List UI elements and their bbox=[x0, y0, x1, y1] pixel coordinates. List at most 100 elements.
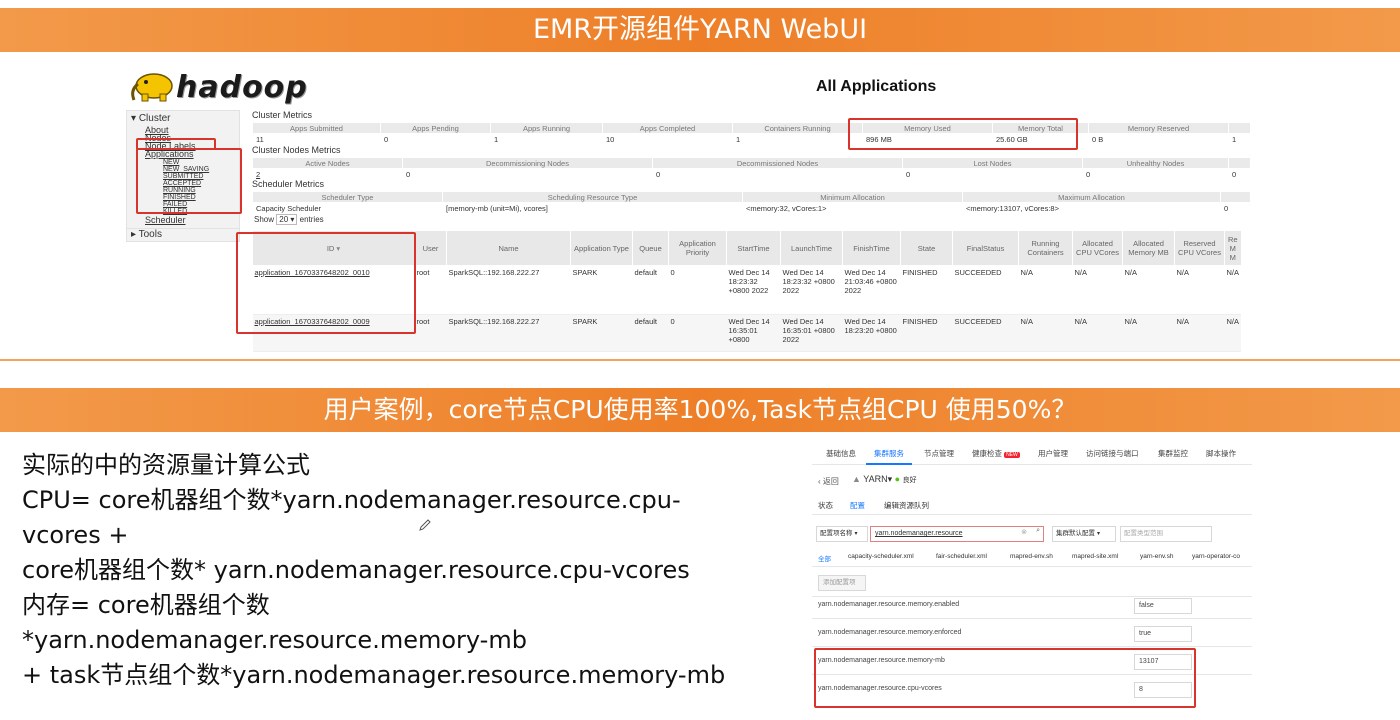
clear-icon[interactable]: ⊗ bbox=[1021, 528, 1027, 536]
app-alloc-cpu: N/A bbox=[1072, 314, 1123, 352]
value-lost-nodes[interactable]: 0 bbox=[902, 168, 1083, 179]
col-reserved-cpu[interactable]: Reserved CPU VCores bbox=[1174, 230, 1225, 266]
value-unhealthy-nodes[interactable]: 0 bbox=[1082, 168, 1229, 179]
tab-health-check[interactable]: 健康检查 NEW bbox=[972, 448, 1020, 459]
value-min-alloc: <memory:32, vCores:1> bbox=[742, 202, 963, 213]
elephant-icon bbox=[131, 73, 173, 102]
tab-basic-info[interactable]: 基础信息 bbox=[826, 448, 856, 459]
header-lost-nodes: Lost Nodes bbox=[902, 157, 1083, 169]
app-final-status: SUCCEEDED bbox=[952, 314, 1019, 352]
sidebar-item-scheduler[interactable]: Scheduler bbox=[145, 215, 186, 225]
value-active-nodes[interactable]: 2 bbox=[252, 168, 403, 179]
header-max-alloc: Maximum Allocation bbox=[962, 191, 1221, 203]
header-decommissioning: Decommissioning Nodes bbox=[402, 157, 653, 169]
file-tab-capacity-scheduler[interactable]: capacity-scheduler.xml bbox=[848, 553, 914, 560]
header-containers-running: Containers Running bbox=[732, 122, 863, 134]
value-memory-enforced[interactable]: true bbox=[1134, 626, 1192, 642]
app-user: root bbox=[414, 314, 447, 352]
value-apps-completed: 10 bbox=[602, 133, 733, 144]
col-user[interactable]: User bbox=[414, 230, 447, 266]
app-name: SparkSQL::192.168.222.27 bbox=[446, 265, 571, 315]
scope-select[interactable]: 集群默认配置 ▾ bbox=[1052, 526, 1116, 542]
tab-cluster-monitoring[interactable]: 集群监控 bbox=[1158, 448, 1188, 459]
sidebar-cluster-toggle[interactable]: ▾ Cluster bbox=[131, 113, 171, 124]
back-link[interactable]: ‹ 返回 bbox=[818, 476, 839, 487]
formula-line: CPU= core机器组个数*yarn.nodemanager.resource… bbox=[22, 486, 681, 514]
app-reserved-mem: N/A bbox=[1224, 265, 1242, 315]
value-decommissioned[interactable]: 0 bbox=[652, 168, 903, 179]
col-final-status[interactable]: FinalStatus bbox=[952, 230, 1019, 266]
filter-select[interactable]: 配置项名称 ▾ bbox=[816, 526, 868, 542]
app-priority: 0 bbox=[668, 265, 727, 315]
header-active-nodes: Active Nodes bbox=[252, 157, 403, 169]
page-title: All Applications bbox=[816, 78, 937, 95]
file-tab-mapred-env[interactable]: mapred-env.sh bbox=[1010, 553, 1053, 560]
col-alloc-mem[interactable]: Allocated Memory MB bbox=[1122, 230, 1175, 266]
highlight-applications bbox=[136, 148, 242, 214]
app-name: SparkSQL::192.168.222.27 bbox=[446, 314, 571, 352]
search-icon[interactable]: ⌕ bbox=[1036, 527, 1040, 535]
subtab-config[interactable]: 配置 bbox=[850, 500, 865, 511]
col-name[interactable]: Name bbox=[446, 230, 571, 266]
col-launch-time[interactable]: LaunchTime bbox=[780, 230, 843, 266]
value-resource-type: [memory-mb (unit=Mi), vcores] bbox=[442, 202, 743, 213]
search-input[interactable]: yarn.nodemanager.resource ⊗ ⌕ bbox=[870, 526, 1044, 542]
col-alloc-cpu[interactable]: Allocated CPU VCores bbox=[1072, 230, 1123, 266]
file-tab-yarn-env[interactable]: yarn-env.sh bbox=[1140, 553, 1173, 560]
yarn-service-icon: ▲ bbox=[852, 474, 861, 484]
app-start: Wed Dec 14 16:35:01 +0800 bbox=[726, 314, 781, 352]
value-max-alloc: <memory:13107, vCores:8> bbox=[962, 202, 1221, 213]
show-entries: Show 20 ▾ entries bbox=[254, 214, 324, 225]
file-tab-fair-scheduler[interactable]: fair-scheduler.xml bbox=[936, 553, 987, 560]
tab-cluster-services[interactable]: 集群服务 bbox=[874, 448, 904, 459]
value-memory-enabled[interactable]: false bbox=[1134, 598, 1192, 614]
hadoop-web-ui: hadoop All Applications ▾ Cluster About … bbox=[120, 60, 1280, 360]
app-finish: Wed Dec 14 18:23:20 +0800 bbox=[842, 314, 901, 352]
file-tab-all[interactable]: 全部 bbox=[818, 553, 831, 563]
formula-line: vcores + bbox=[22, 521, 129, 549]
tab-node-management[interactable]: 节点管理 bbox=[924, 448, 954, 459]
range-input[interactable]: 配置类型范围 bbox=[1120, 526, 1212, 542]
subtab-edit-queue[interactable]: 编辑资源队列 bbox=[884, 500, 929, 511]
file-tab-yarn-operator[interactable]: yarn-operator-co bbox=[1192, 553, 1240, 560]
app-alloc-cpu: N/A bbox=[1072, 265, 1123, 315]
cluster-metrics-table: Apps Submitted Apps Pending Apps Running… bbox=[252, 122, 1251, 144]
col-priority[interactable]: Application Priority bbox=[668, 230, 727, 266]
app-queue: default bbox=[632, 265, 669, 315]
formula-line: + task节点组个数*yarn.nodemanager.resource.me… bbox=[22, 661, 726, 689]
col-reserved-mem[interactable]: Re M M bbox=[1224, 230, 1242, 266]
prop-memory-enabled: yarn.nodemanager.resource.memory.enabled bbox=[818, 601, 960, 608]
header-apps-running: Apps Running bbox=[490, 122, 603, 134]
col-app-type[interactable]: Application Type bbox=[570, 230, 633, 266]
col-start-time[interactable]: StartTime bbox=[726, 230, 781, 266]
tab-access-links[interactable]: 访问链接与端口 bbox=[1086, 448, 1139, 459]
app-alloc-mem: N/A bbox=[1122, 314, 1175, 352]
file-tab-mapred-site[interactable]: mapred-site.xml bbox=[1072, 553, 1118, 560]
app-reserved-mem: N/A bbox=[1224, 314, 1242, 352]
col-running-containers[interactable]: Running Containers bbox=[1018, 230, 1073, 266]
add-config-button[interactable]: 添加配置项 bbox=[818, 575, 866, 591]
formula-line: 内存= core机器组个数 bbox=[22, 591, 270, 619]
value-decommissioning[interactable]: 0 bbox=[402, 168, 653, 179]
subtab-status[interactable]: 状态 bbox=[818, 500, 833, 511]
header-unhealthy-nodes: Unhealthy Nodes bbox=[1082, 157, 1229, 169]
pencil-cursor-icon bbox=[419, 519, 431, 531]
value-memory-reserved: 0 B bbox=[1088, 133, 1229, 144]
service-title[interactable]: ▲ YARN▾ ● 良好 bbox=[852, 474, 917, 485]
app-type: SPARK bbox=[570, 265, 633, 315]
formula-text: 实际的中的资源量计算公式 CPU= core机器组个数*yarn.nodeman… bbox=[22, 448, 782, 693]
tab-user-management[interactable]: 用户管理 bbox=[1038, 448, 1068, 459]
col-finish-time[interactable]: FinishTime bbox=[842, 230, 901, 266]
header-min-alloc: Minimum Allocation bbox=[742, 191, 963, 203]
value-apps-running: 1 bbox=[490, 133, 603, 144]
entries-select[interactable]: 20 ▾ bbox=[276, 214, 298, 225]
tab-script-ops[interactable]: 脚本操作 bbox=[1206, 448, 1236, 459]
app-launch: Wed Dec 14 18:23:32 +0800 2022 bbox=[780, 265, 843, 315]
sidebar-tools-toggle[interactable]: ▸ Tools bbox=[126, 228, 240, 242]
col-queue[interactable]: Queue bbox=[632, 230, 669, 266]
highlight-app-ids bbox=[236, 232, 416, 334]
app-alloc-mem: N/A bbox=[1122, 265, 1175, 315]
col-state[interactable]: State bbox=[900, 230, 953, 266]
highlight-resource-props bbox=[814, 648, 1196, 708]
nodes-metrics-label: Cluster Nodes Metrics bbox=[252, 145, 341, 155]
